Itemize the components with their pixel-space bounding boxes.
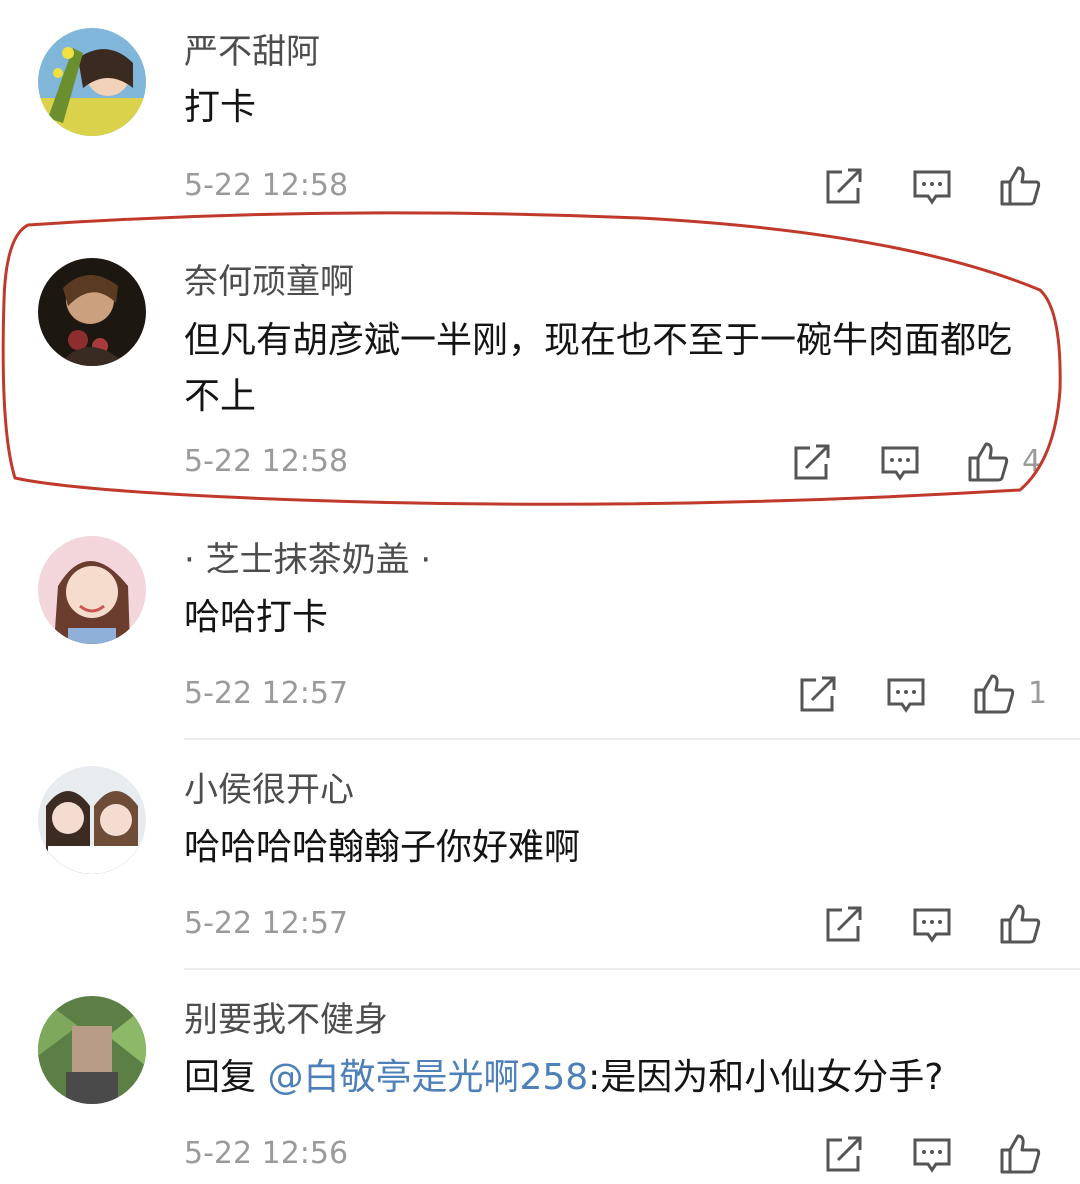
share-icon[interactable] (822, 1132, 866, 1176)
comment-text: 打卡 (184, 87, 257, 128)
timestamp: 5-22 12:56 (184, 1136, 349, 1171)
share-icon[interactable] (822, 164, 866, 208)
share-icon[interactable] (822, 902, 866, 946)
timestamp: 5-22 12:57 (184, 906, 349, 941)
share-icon[interactable] (790, 440, 834, 484)
comment-item: · 芝士抹茶奶盖 · 哈哈打卡 5-22 12:57 1 (0, 510, 1080, 738)
comment-icon[interactable] (910, 902, 954, 946)
username[interactable]: 严不甜阿 (184, 32, 320, 72)
like-icon[interactable] (998, 902, 1042, 946)
comment-text: 哈哈哈哈翰翰子你好难啊 (184, 827, 581, 868)
avatar[interactable] (38, 258, 146, 366)
comment-icon[interactable] (910, 1132, 954, 1176)
like-count: 1 (1028, 676, 1048, 711)
reply-text: :是因为和小仙女分手? (588, 1057, 944, 1098)
username[interactable]: 别要我不健身 (184, 1000, 388, 1040)
like-icon[interactable] (998, 1132, 1042, 1176)
comment-icon[interactable] (884, 672, 928, 716)
username[interactable]: · 芝士抹茶奶盖 · (184, 540, 431, 580)
like-icon[interactable] (972, 672, 1016, 716)
comment-icon[interactable] (910, 164, 954, 208)
like-icon[interactable] (998, 164, 1042, 208)
avatar[interactable] (38, 536, 146, 644)
timestamp: 5-22 12:58 (184, 168, 349, 203)
avatar[interactable] (38, 996, 146, 1104)
timestamp: 5-22 12:57 (184, 676, 349, 711)
timestamp: 5-22 12:58 (184, 444, 349, 479)
comment-item: 小侯很开心 哈哈哈哈翰翰子你好难啊 5-22 12:57 (0, 740, 1080, 968)
comment-item: 别要我不健身 回复 @白敬亭是光啊258:是因为和小仙女分手? 5-22 12:… (0, 970, 1080, 1184)
share-icon[interactable] (796, 672, 840, 716)
like-count: 4 (1022, 444, 1042, 479)
reply-prefix: 回复 (184, 1057, 268, 1098)
username[interactable]: 小侯很开心 (184, 770, 354, 810)
comment-item: 奈何顽童啊 但凡有胡彦斌一半刚，现在也不至于一碗牛肉面都吃不上 5-22 12:… (0, 230, 1080, 500)
comment-text: 回复 @白敬亭是光啊258:是因为和小仙女分手? (184, 1050, 1034, 1106)
comment-text: 但凡有胡彦斌一半刚，现在也不至于一碗牛肉面都吃不上 (184, 320, 1013, 417)
like-icon[interactable] (966, 440, 1010, 484)
comment-icon[interactable] (878, 440, 922, 484)
avatar[interactable] (38, 28, 146, 136)
avatar[interactable] (38, 766, 146, 874)
comment-item: 严不甜阿 打卡 5-22 12:58 (0, 0, 1080, 220)
username[interactable]: 奈何顽童啊 (184, 262, 354, 302)
comment-text: 哈哈打卡 (184, 597, 329, 638)
mention-link[interactable]: @白敬亭是光啊258 (267, 1057, 588, 1098)
